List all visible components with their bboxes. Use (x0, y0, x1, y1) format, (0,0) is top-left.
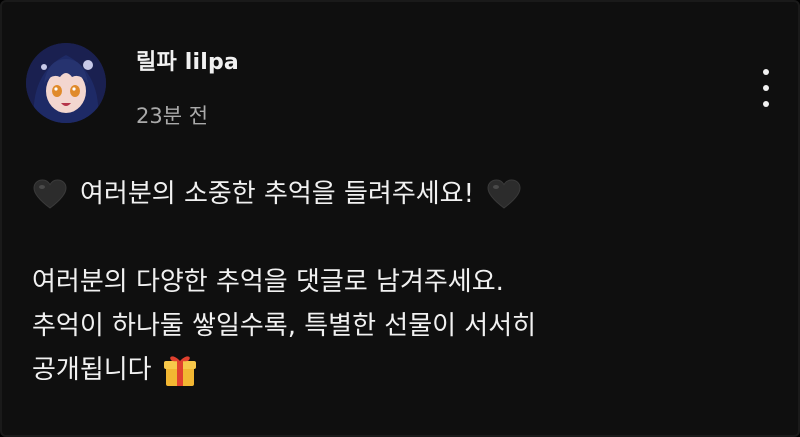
post-timestamp[interactable]: 23분 전 (136, 100, 208, 130)
black-heart-icon (486, 178, 522, 210)
headline-text: 여러분의 소중한 추억을 들려주세요! (80, 179, 475, 209)
more-vertical-icon (763, 69, 769, 107)
body-line-text: 공개됩니다 (32, 355, 152, 385)
avatar-image (26, 43, 106, 123)
black-heart-icon (32, 178, 68, 210)
post-content: 여러분의 소중한 추억을 들려주세요! 여러분의 다양한 추억을 댓글로 남겨주… (32, 172, 772, 392)
body-line: 여러분의 다양한 추억을 댓글로 남겨주세요. (32, 267, 504, 297)
gift-icon (162, 352, 198, 388)
more-options-button[interactable] (750, 66, 782, 110)
body-line-last: 공개됩니다 (32, 348, 772, 392)
post-headline: 여러분의 소중한 추억을 들려주세요! (32, 172, 772, 216)
author-name[interactable]: 릴파 lilpa (136, 44, 239, 76)
community-post-card: 릴파 lilpa 23분 전 여러분의 소중한 추억을 들려주세요! 여러분의 … (0, 0, 800, 437)
author-avatar[interactable] (26, 43, 106, 123)
body-line: 추억이 하나둘 쌓일수록, 특별한 선물이 서서히 (32, 311, 537, 341)
